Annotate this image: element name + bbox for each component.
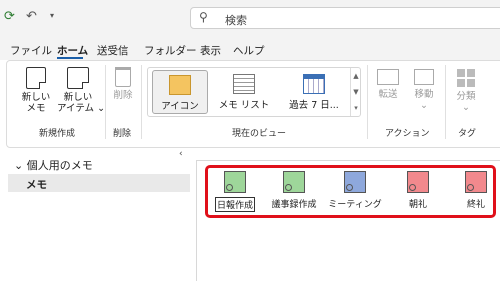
move-button[interactable]: 移動 ⌄ bbox=[409, 67, 439, 111]
chevron-down-icon[interactable]: ▼ bbox=[351, 84, 361, 100]
ribbon: 新しい メモ 新しい アイテム ⌄ 新規作成 削除 削除 アイコン メモ リスト… bbox=[6, 60, 500, 148]
search-placeholder: 検索 bbox=[225, 14, 247, 27]
view-note-list-option[interactable]: メモ リスト bbox=[214, 70, 274, 114]
view-icon-label: アイコン bbox=[161, 101, 199, 112]
sidebar-item-label: メモ bbox=[26, 179, 47, 191]
folder-group-label: 個人用のメモ bbox=[26, 159, 93, 172]
sidebar-item-notes[interactable]: メモ bbox=[8, 174, 190, 192]
ribbon-divider bbox=[141, 65, 142, 139]
new-items-button[interactable]: 新しい アイテム ⌄ bbox=[57, 67, 106, 114]
note-label: 終礼 bbox=[466, 200, 485, 210]
tab-home[interactable]: ホーム bbox=[57, 43, 88, 58]
new-note-button[interactable]: 新しい メモ bbox=[21, 67, 51, 114]
new-note-label-1: 新しい bbox=[21, 92, 51, 103]
tab-help[interactable]: ヘルプ bbox=[233, 43, 265, 58]
customize-toolbar-icon[interactable]: ▾ bbox=[50, 11, 54, 20]
title-bar: ⟳ ↶ ▾ ⚲ 検索 bbox=[0, 0, 500, 38]
note-item[interactable]: 朝礼 bbox=[388, 171, 448, 210]
tab-view[interactable]: 表示 bbox=[200, 43, 221, 58]
view-last-7-days-label: 過去 7 日... bbox=[289, 100, 339, 111]
undo-icon[interactable]: ↶ bbox=[26, 9, 37, 24]
gallery-expand-icon[interactable]: ▾ bbox=[351, 100, 361, 116]
note-icon bbox=[26, 67, 46, 89]
note-item[interactable]: 終礼 bbox=[446, 171, 500, 210]
trash-icon bbox=[115, 67, 131, 87]
note-icon bbox=[169, 75, 191, 95]
note-icon bbox=[407, 171, 429, 193]
note-item[interactable]: 日報作成 bbox=[205, 171, 265, 212]
gallery-scroll[interactable]: ▲ ▼ ▾ bbox=[350, 68, 361, 116]
list-icon bbox=[233, 74, 255, 94]
note-icon bbox=[283, 171, 305, 193]
chevron-up-icon[interactable]: ▲ bbox=[351, 68, 361, 84]
note-item[interactable]: ミーティング bbox=[325, 171, 385, 210]
note-label: 議事録作成 bbox=[271, 200, 317, 210]
categorize-button[interactable]: 分類 ⌄ bbox=[451, 67, 481, 113]
delete-button[interactable]: 削除 bbox=[110, 67, 136, 101]
group-label-action: アクション bbox=[385, 129, 430, 139]
group-label-tag: タグ bbox=[458, 129, 477, 139]
ribbon-divider bbox=[367, 65, 368, 139]
forward-button[interactable]: 転送 bbox=[373, 67, 403, 100]
note-label: ミーティング bbox=[328, 200, 382, 210]
send-receive-icon[interactable]: ⟳ bbox=[4, 9, 15, 24]
view-last-7-days-option[interactable]: 過去 7 日... bbox=[280, 70, 348, 114]
active-tab-indicator bbox=[57, 57, 83, 59]
ribbon-divider bbox=[105, 65, 106, 139]
view-note-list-label: メモ リスト bbox=[218, 100, 270, 111]
note-label: 朝礼 bbox=[408, 200, 427, 210]
search-input[interactable]: ⚲ 検索 bbox=[190, 7, 500, 29]
note-icon bbox=[465, 171, 487, 193]
tab-file[interactable]: ファイル bbox=[10, 43, 52, 58]
group-label-current-view: 現在のビュー bbox=[232, 129, 287, 139]
note-item[interactable]: 議事録作成 bbox=[264, 171, 324, 210]
tab-send-receive[interactable]: 送受信 bbox=[97, 43, 129, 58]
new-items-label-2: アイテム ⌄ bbox=[57, 103, 106, 114]
move-icon bbox=[414, 69, 434, 85]
categorize-dropdown-icon: ⌄ bbox=[462, 102, 470, 113]
tab-folder[interactable]: フォルダー bbox=[144, 43, 197, 58]
forward-label: 転送 bbox=[378, 89, 398, 100]
move-dropdown-icon: ⌄ bbox=[420, 100, 428, 111]
group-label-delete: 削除 bbox=[113, 129, 132, 139]
folder-group-header[interactable]: ⌄ 個人用のメモ bbox=[14, 157, 93, 173]
delete-label: 削除 bbox=[113, 90, 133, 101]
search-icon: ⚲ bbox=[199, 10, 208, 24]
note-icon bbox=[344, 171, 366, 193]
collapse-pane-icon[interactable]: ‹ bbox=[179, 149, 183, 159]
new-items-label-1: 新しい bbox=[63, 92, 93, 103]
note-icon bbox=[224, 171, 246, 193]
ribbon-tabs: ファイル ホーム 送受信 フォルダー 表示 ヘルプ bbox=[0, 38, 500, 60]
view-icon-option[interactable]: アイコン bbox=[152, 70, 208, 114]
new-items-icon bbox=[67, 67, 89, 89]
move-label: 移動 bbox=[414, 89, 434, 100]
envelope-icon bbox=[377, 69, 399, 85]
view-gallery: アイコン メモ リスト 過去 7 日... ▲ ▼ ▾ bbox=[147, 67, 361, 117]
group-label-new: 新規作成 bbox=[39, 129, 76, 139]
ribbon-divider bbox=[445, 65, 446, 139]
category-grid-icon bbox=[457, 69, 475, 87]
new-note-label-2: メモ bbox=[26, 103, 46, 114]
calendar-icon bbox=[303, 74, 325, 94]
note-label: 日報作成 bbox=[214, 197, 255, 212]
categorize-label: 分類 bbox=[456, 91, 476, 102]
chevron-down-icon: ⌄ bbox=[14, 159, 24, 172]
